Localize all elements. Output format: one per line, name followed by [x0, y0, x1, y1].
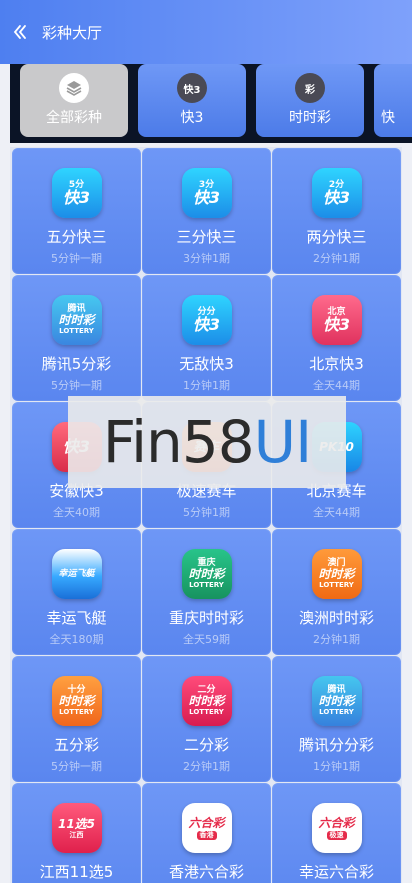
- game-schedule: 全天59期: [183, 633, 230, 646]
- game-schedule: 5分钟一期: [51, 379, 102, 392]
- game-schedule: 3分钟1期: [183, 252, 230, 265]
- ssc-logo-icon: 腾讯 时时彩 LOTTERY: [51, 295, 102, 345]
- game-schedule: 5分钟一期: [51, 760, 102, 773]
- game-name: 两分快三: [306, 228, 367, 246]
- k3-logo-icon: 2分 快3: [311, 168, 362, 218]
- game-tile[interactable]: 分分 快3 无敌快3 1分钟1期: [142, 275, 271, 401]
- game-schedule: 全天180期: [49, 633, 104, 646]
- watermark-text-accent: UI: [253, 408, 313, 476]
- game-schedule: 2分钟1期: [313, 633, 360, 646]
- tab-label: 时时彩: [289, 110, 331, 126]
- game-tile[interactable]: 腾讯 时时彩 LOTTERY 腾讯5分彩 5分钟一期: [12, 275, 141, 401]
- game-tile[interactable]: 澳门 时时彩 LOTTERY 澳洲时时彩 2分钟1期: [272, 529, 401, 655]
- page-title: 彩种大厅: [42, 23, 103, 42]
- game-tile[interactable]: 11选5 江西 江西11选5: [12, 783, 141, 883]
- game-schedule: 全天44期: [313, 506, 360, 519]
- game-name: 三分快三: [176, 228, 237, 246]
- game-name: 北京快3: [309, 355, 364, 373]
- back-button[interactable]: [0, 0, 40, 64]
- 11x5-logo-icon: 11选5 江西: [51, 803, 102, 853]
- game-name: 腾讯5分彩: [41, 355, 112, 373]
- game-name: 五分快三: [46, 228, 107, 246]
- game-name: 幸运六合彩: [298, 863, 374, 881]
- game-name: 江西11选5: [39, 863, 114, 881]
- game-schedule: 5分钟1期: [183, 506, 230, 519]
- top-bar: 彩种大厅: [0, 0, 412, 64]
- layers-icon: [59, 73, 89, 103]
- watermark-text: Fin58: [102, 408, 255, 476]
- game-schedule: 全天40期: [53, 506, 100, 519]
- game-schedule: 5分钟一期: [51, 252, 102, 265]
- tab-k3[interactable]: 快3 快3: [138, 64, 246, 137]
- game-name: 幸运飞艇: [46, 609, 107, 627]
- game-schedule: 全天44期: [313, 379, 360, 392]
- game-tile[interactable]: 六合彩 香港 香港六合彩: [142, 783, 271, 883]
- game-name: 重庆时时彩: [168, 609, 244, 627]
- game-tile[interactable]: 二分 时时彩 LOTTERY 二分彩 2分钟1期: [142, 656, 271, 782]
- game-tile[interactable]: 十分 时时彩 LOTTERY 五分彩 5分钟一期: [12, 656, 141, 782]
- game-name: 五分彩: [53, 736, 99, 754]
- watermark-overlay: Fin58 UI: [68, 396, 346, 488]
- ssc-logo-icon: 澳门 时时彩 LOTTERY: [311, 549, 362, 599]
- game-tile[interactable]: 重庆 时时彩 LOTTERY 重庆时时彩 全天59期: [142, 529, 271, 655]
- lhc-logo-icon: 六合彩 香港: [181, 803, 232, 853]
- game-schedule: 1分钟1期: [183, 379, 230, 392]
- game-tile[interactable]: 六合彩 极速 幸运六合彩: [272, 783, 401, 883]
- game-tile[interactable]: 5分 快3 五分快三 5分钟一期: [12, 148, 141, 274]
- k3-logo-icon: 3分 快3: [181, 168, 232, 218]
- game-tile[interactable]: 腾讯 时时彩 LOTTERY 腾讯分分彩 1分钟1期: [272, 656, 401, 782]
- k3-logo-icon: 5分 快3: [51, 168, 102, 218]
- chevron-left-icon: [13, 25, 26, 39]
- ssc-logo-icon: 重庆 时时彩 LOTTERY: [181, 549, 232, 599]
- k3-logo-icon: 北京 快3: [311, 295, 362, 345]
- boat-logo-icon: 幸运飞艇: [51, 549, 102, 599]
- ssc-badge-icon: 彩: [295, 73, 325, 103]
- ssc-logo-icon: 腾讯 时时彩 LOTTERY: [311, 676, 362, 726]
- tab-all[interactable]: 全部彩种: [20, 64, 128, 137]
- lhc-logo-icon: 六合彩 极速: [311, 803, 362, 853]
- tab-ssc[interactable]: 彩 时时彩: [256, 64, 364, 137]
- game-schedule: 2分钟1期: [183, 760, 230, 773]
- game-tile[interactable]: 幸运飞艇 幸运飞艇 全天180期: [12, 529, 141, 655]
- tab-label: 快3: [180, 110, 204, 126]
- ssc-logo-icon: 十分 时时彩 LOTTERY: [51, 676, 102, 726]
- game-name: 腾讯分分彩: [298, 736, 374, 754]
- game-name: 无敌快3: [179, 355, 234, 373]
- game-schedule: 2分钟1期: [313, 252, 360, 265]
- game-tile[interactable]: 北京 快3 北京快3 全天44期: [272, 275, 401, 401]
- game-tile[interactable]: 3分 快3 三分快三 3分钟1期: [142, 148, 271, 274]
- k3-badge-icon: 快3: [177, 73, 207, 103]
- game-tile[interactable]: 2分 快3 两分快三 2分钟1期: [272, 148, 401, 274]
- tab-partial[interactable]: 快: [374, 64, 412, 137]
- game-name: 香港六合彩: [168, 863, 244, 881]
- game-name: 二分彩: [183, 736, 229, 754]
- category-tabs: 全部彩种 快3 快3 彩 时时彩 快: [10, 64, 412, 143]
- tab-label: 快: [381, 110, 395, 126]
- game-name: 澳洲时时彩: [298, 609, 374, 627]
- game-schedule: 1分钟1期: [313, 760, 360, 773]
- k3-logo-icon: 分分 快3: [181, 295, 232, 345]
- tab-label: 全部彩种: [46, 110, 102, 126]
- game-grid: 5分 快3 五分快三 5分钟一期 3分 快3 三分快三 3分钟1期 2分 快3 两分快…: [10, 147, 402, 883]
- ssc-logo-icon: 二分 时时彩 LOTTERY: [181, 676, 232, 726]
